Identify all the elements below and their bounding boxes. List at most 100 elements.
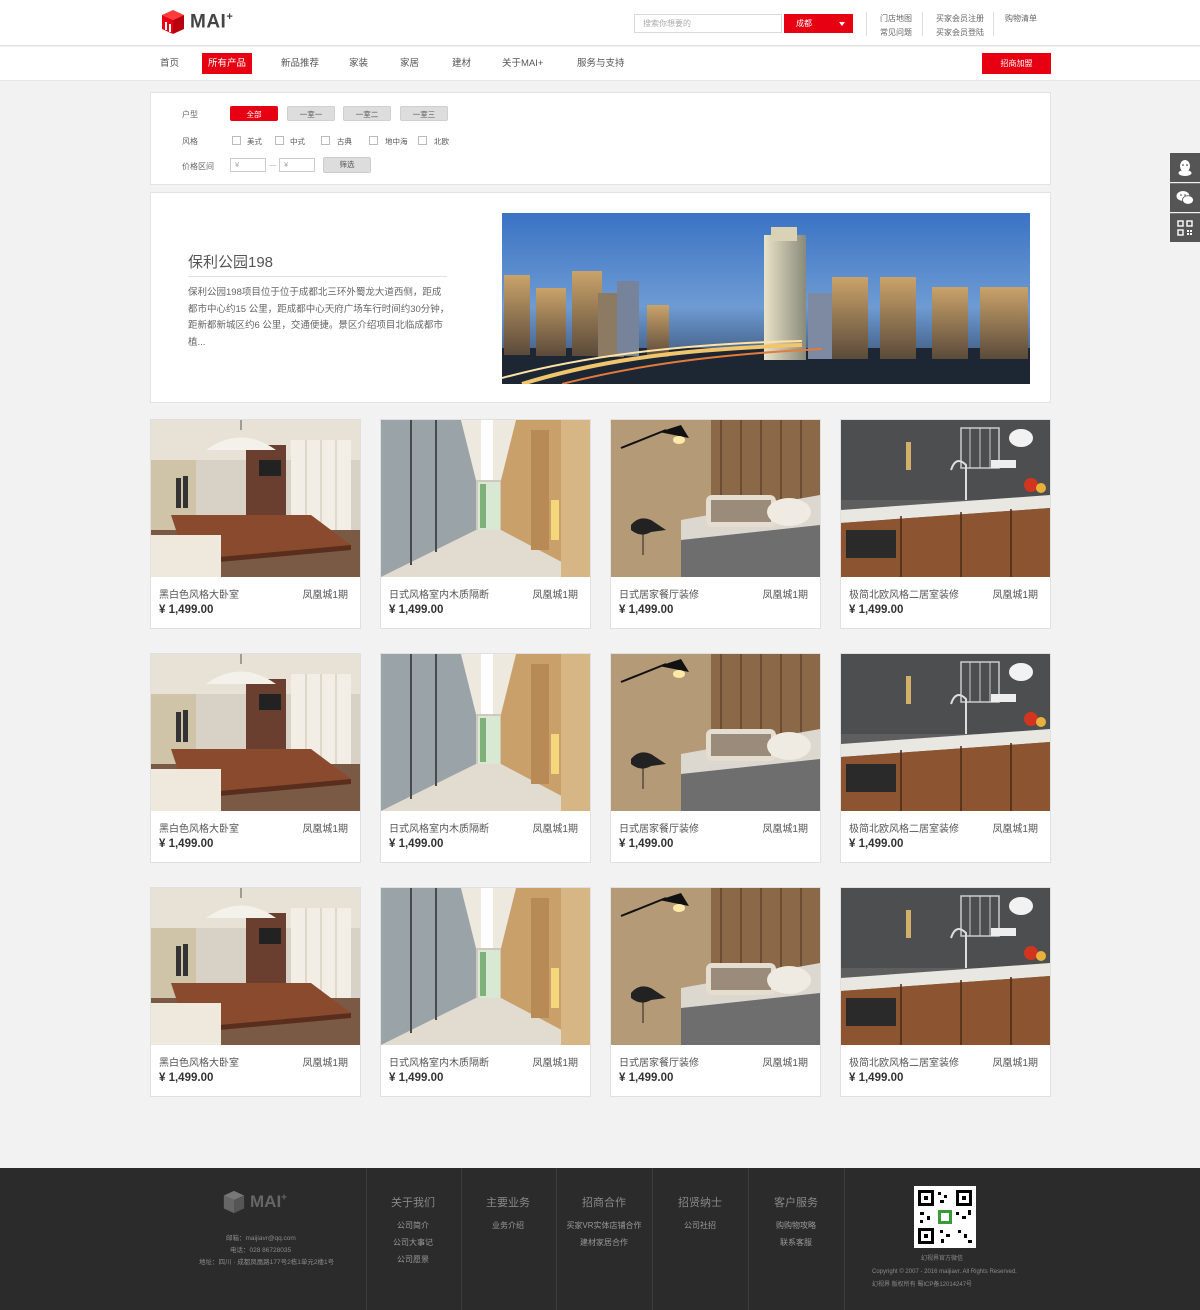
- faq-link[interactable]: 常见问题: [880, 27, 912, 38]
- product-card[interactable]: 黑白色风格大卧室 凤凰城1期 ¥ 1,499.00: [150, 653, 361, 863]
- style-label-mediterranean: 地中海: [385, 137, 408, 146]
- price-max-input[interactable]: ¥: [279, 158, 315, 172]
- wechat-button[interactable]: [1170, 183, 1200, 212]
- product-image[interactable]: [151, 420, 360, 577]
- product-name[interactable]: 极简北欧风格二居室装修: [849, 820, 959, 835]
- city-select[interactable]: 成都: [784, 14, 853, 33]
- footer-link[interactable]: 业务介绍: [463, 1220, 553, 1231]
- style-checkbox-nordic[interactable]: [418, 136, 427, 145]
- nav-service[interactable]: 服务与支持: [571, 53, 631, 74]
- product-price: ¥ 1,499.00: [619, 838, 674, 850]
- product-image[interactable]: [381, 888, 590, 1045]
- footer-link[interactable]: 买家VR实体店铺合作: [559, 1220, 649, 1231]
- divider: [366, 1168, 367, 1310]
- filter-type-all[interactable]: 全部: [230, 106, 278, 121]
- qr-button[interactable]: [1170, 213, 1200, 242]
- product-location-tag: 凤凰城1期: [992, 590, 1038, 601]
- filter-type-1[interactable]: 一室一: [287, 106, 335, 121]
- filter-style-label: 风格: [182, 137, 198, 146]
- product-card[interactable]: 黑白色风格大卧室 凤凰城1期 ¥ 1,499.00: [150, 419, 361, 629]
- join-button[interactable]: 招商加盟: [982, 53, 1051, 74]
- product-image[interactable]: [151, 654, 360, 811]
- product-price: ¥ 1,499.00: [849, 838, 904, 850]
- product-image[interactable]: [841, 420, 1050, 577]
- product-name[interactable]: 黑白色风格大卧室: [159, 1054, 239, 1069]
- nav-new-arrivals[interactable]: 新品推荐: [275, 53, 325, 74]
- footer-link[interactable]: 购购物攻略: [751, 1220, 841, 1231]
- nav-building-materials[interactable]: 建材: [446, 53, 477, 74]
- nav-about[interactable]: 关于MAI+: [496, 53, 549, 74]
- product-name[interactable]: 黑白色风格大卧室: [159, 586, 239, 601]
- product-card[interactable]: 日式风格室内木质隔断 凤凰城1期 ¥ 1,499.00: [380, 887, 591, 1097]
- price-min-input[interactable]: ¥: [230, 158, 266, 172]
- product-name[interactable]: 日式风格室内木质隔断: [389, 586, 489, 601]
- footer-link[interactable]: 公司简介: [368, 1220, 458, 1231]
- product-card[interactable]: 极简北欧风格二居室装修 凤凰城1期 ¥ 1,499.00: [840, 653, 1051, 863]
- product-image[interactable]: [841, 888, 1050, 1045]
- wechat-icon: [1176, 191, 1194, 205]
- style-checkbox-american[interactable]: [232, 136, 241, 145]
- product-image[interactable]: [841, 654, 1050, 811]
- store-map-link[interactable]: 门店地图: [880, 13, 912, 24]
- product-name[interactable]: 日式风格室内木质隔断: [389, 1054, 489, 1069]
- product-name[interactable]: 极简北欧风格二居室装修: [849, 1054, 959, 1069]
- style-checkbox-classical[interactable]: [321, 136, 330, 145]
- product-price: ¥ 1,499.00: [159, 604, 214, 616]
- product-image[interactable]: [381, 420, 590, 577]
- divider: [922, 12, 923, 36]
- divider: [652, 1168, 653, 1310]
- product-card[interactable]: 日式风格室内木质隔断 凤凰城1期 ¥ 1,499.00: [380, 419, 591, 629]
- footer-link[interactable]: 建材家居合作: [559, 1237, 649, 1248]
- product-name[interactable]: 黑白色风格大卧室: [159, 820, 239, 835]
- featured-image[interactable]: [502, 213, 1030, 384]
- product-card[interactable]: 极简北欧风格二居室装修 凤凰城1期 ¥ 1,499.00: [840, 419, 1051, 629]
- product-name[interactable]: 日式居家餐厅装修: [619, 586, 699, 601]
- product-image[interactable]: [611, 654, 820, 811]
- product-name[interactable]: 极简北欧风格二居室装修: [849, 586, 959, 601]
- logo[interactable]: MAI+: [160, 9, 233, 35]
- footer-link[interactable]: 公司社招: [655, 1220, 745, 1231]
- product-card[interactable]: 日式风格室内木质隔断 凤凰城1期 ¥ 1,499.00: [380, 653, 591, 863]
- product-image[interactable]: [611, 888, 820, 1045]
- product-location-tag: 凤凰城1期: [302, 1058, 348, 1069]
- product-name[interactable]: 日式风格室内木质隔断: [389, 820, 489, 835]
- product-image[interactable]: [611, 420, 820, 577]
- logo-sup: +: [226, 10, 234, 23]
- footer-link[interactable]: 公司愿景: [368, 1254, 458, 1265]
- product-image[interactable]: [381, 654, 590, 811]
- featured-project[interactable]: 保利公园198 保利公园198项目位于位于成都北三环外蜀龙大道西侧，距成都市中心…: [150, 192, 1051, 403]
- divider: [866, 12, 867, 36]
- register-link[interactable]: 买家会员注册: [936, 13, 984, 24]
- filter-type-3[interactable]: 一室三: [400, 106, 448, 121]
- shopping-list-link[interactable]: 购物清单: [1005, 13, 1037, 24]
- nav-home[interactable]: 首页: [154, 53, 185, 74]
- product-image[interactable]: [151, 888, 360, 1045]
- style-checkbox-mediterranean[interactable]: [369, 136, 378, 145]
- nav-home-decor[interactable]: 家装: [343, 53, 374, 74]
- product-price: ¥ 1,499.00: [619, 604, 674, 616]
- product-card[interactable]: 黑白色风格大卧室 凤凰城1期 ¥ 1,499.00: [150, 887, 361, 1097]
- logo-cube-icon: [162, 10, 184, 34]
- filter-submit-button[interactable]: 筛选: [323, 157, 371, 173]
- divider: [461, 1168, 462, 1310]
- filter-type-2[interactable]: 一室二: [343, 106, 391, 121]
- product-card[interactable]: 日式居家餐厅装修 凤凰城1期 ¥ 1,499.00: [610, 887, 821, 1097]
- filter-type-label: 户型: [182, 110, 198, 119]
- product-name[interactable]: 日式居家餐厅装修: [619, 1054, 699, 1069]
- nav-furnishing[interactable]: 家居: [394, 53, 425, 74]
- search-input[interactable]: 搜索你想要的: [634, 14, 782, 33]
- product-card[interactable]: 日式居家餐厅装修 凤凰城1期 ¥ 1,499.00: [610, 419, 821, 629]
- footer-column-title: 招商合作: [582, 1197, 626, 1209]
- nav-all-products[interactable]: 所有产品: [202, 53, 253, 74]
- product-card[interactable]: 日式居家餐厅装修 凤凰城1期 ¥ 1,499.00: [610, 653, 821, 863]
- product-name[interactable]: 日式居家餐厅装修: [619, 820, 699, 835]
- login-link[interactable]: 买家会员登陆: [936, 27, 984, 38]
- style-checkbox-chinese[interactable]: [275, 136, 284, 145]
- qq-button[interactable]: [1170, 153, 1200, 182]
- footer-link[interactable]: 公司大事记: [368, 1237, 458, 1248]
- city-skyline-image: [502, 213, 1030, 384]
- style-label-classical: 古典: [337, 137, 352, 146]
- qr-code-icon: [918, 1190, 972, 1244]
- footer-link[interactable]: 联系客服: [751, 1237, 841, 1248]
- product-card[interactable]: 极简北欧风格二居室装修 凤凰城1期 ¥ 1,499.00: [840, 887, 1051, 1097]
